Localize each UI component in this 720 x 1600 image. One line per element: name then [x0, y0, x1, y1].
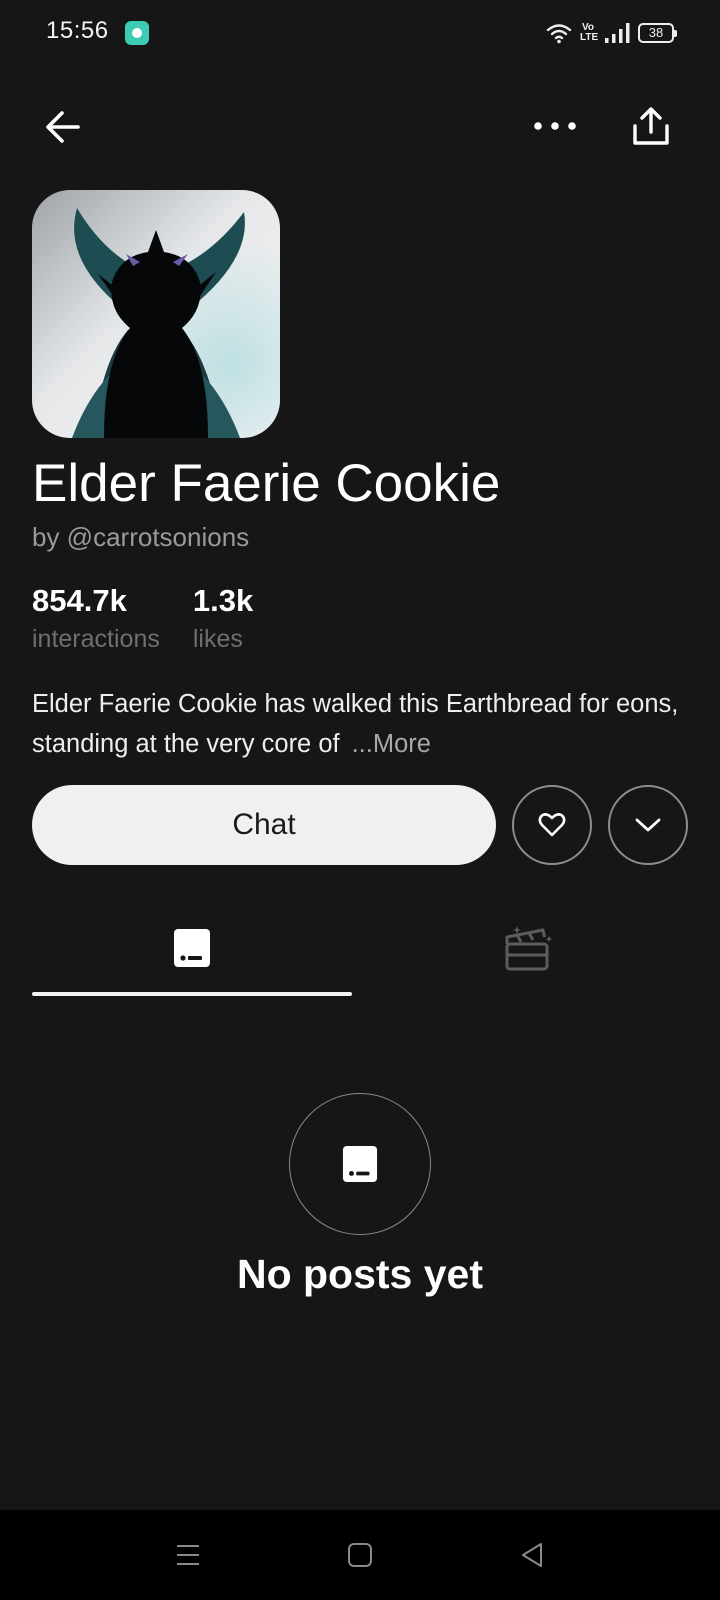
more-link[interactable]: ...More [352, 730, 431, 758]
stat-value: 1.3k [192, 583, 254, 618]
stat-interactions: 854.7k interactions [32, 582, 160, 656]
back-arrow-icon [46, 111, 80, 143]
more-options-button[interactable] [527, 106, 583, 146]
share-icon [633, 107, 669, 145]
stats-row: 854.7k interactions 1.3k likes [32, 582, 253, 656]
empty-state-icon-circle [289, 1093, 431, 1235]
stat-likes: 1.3k likes [193, 582, 253, 656]
creator-link[interactable]: by @carrotsonions [32, 520, 249, 554]
status-indicators: Vo LTE 38 [546, 18, 677, 48]
home-button[interactable] [335, 1530, 385, 1580]
stat-label: interactions [32, 625, 160, 653]
tab-posts[interactable] [32, 900, 352, 996]
post-card-icon [174, 929, 210, 967]
volte-indicator: Vo LTE [580, 22, 599, 43]
more-dots-icon [534, 122, 576, 130]
system-navigation-bar [0, 1510, 720, 1600]
character-description: Elder Faerie Cookie has walked this Eart… [32, 684, 692, 764]
empty-state-text: No posts yet [236, 1251, 484, 1297]
recent-apps-button[interactable] [163, 1530, 213, 1580]
back-button[interactable] [40, 104, 86, 150]
tab-scenes[interactable] [368, 900, 688, 996]
chevron-down-icon [635, 818, 661, 832]
heart-icon [538, 813, 566, 837]
active-tab-indicator [32, 992, 352, 996]
chat-button[interactable]: Chat [32, 785, 496, 865]
expand-button[interactable] [608, 785, 688, 865]
app-notification-icon [125, 21, 149, 45]
post-card-icon [342, 1146, 378, 1182]
character-name: Elder Faerie Cookie [32, 454, 501, 513]
stat-label: likes [192, 625, 243, 653]
system-back-button[interactable] [507, 1530, 557, 1580]
battery-level: 38 [648, 25, 664, 40]
character-avatar [32, 190, 280, 438]
status-bar: 15:56 Vo LTE 38 [0, 0, 720, 66]
home-square-icon [348, 1543, 372, 1567]
battery-icon: 38 [638, 23, 677, 43]
back-triangle-icon [522, 1543, 542, 1567]
share-button[interactable] [628, 104, 674, 150]
signal-icon [605, 23, 630, 43]
status-time: 15:56 [46, 17, 109, 44]
stat-value: 854.7k [32, 583, 127, 618]
menu-lines-icon [177, 1545, 199, 1565]
like-button[interactable] [512, 785, 592, 865]
clapperboard-icon [505, 926, 552, 971]
wifi-icon [546, 24, 572, 44]
